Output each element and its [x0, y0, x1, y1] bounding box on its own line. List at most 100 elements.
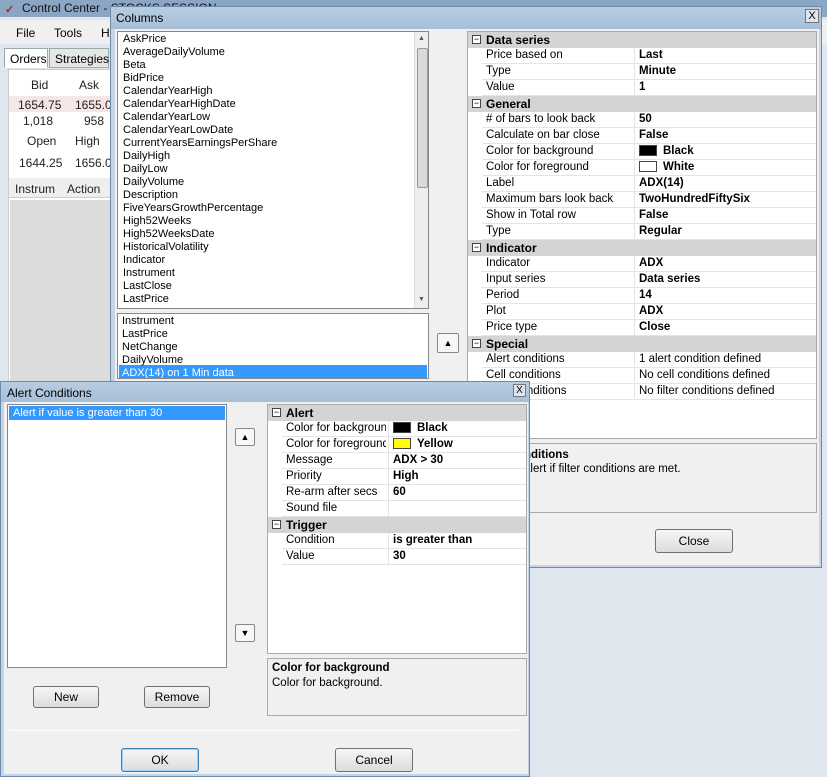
menu-tools[interactable]: Tools	[54, 26, 82, 40]
property-row[interactable]: Priority High	[282, 469, 526, 485]
tab-strategies[interactable]: Strategies	[49, 48, 109, 68]
menu-file[interactable]: File	[16, 26, 35, 40]
available-column-item[interactable]: High52WeeksDate	[123, 228, 215, 240]
scroll-up-icon[interactable]: ▲	[418, 35, 425, 42]
property-row[interactable]: Color for foreground White	[482, 160, 816, 176]
available-column-item[interactable]: CalendarYearHighDate	[123, 98, 236, 110]
available-column-item[interactable]: Instrument	[123, 267, 175, 279]
property-row[interactable]: Maximum bars look back TwoHundredFiftySix	[482, 192, 816, 208]
alert-move-down-button[interactable]: ▼	[235, 624, 255, 642]
close-button[interactable]: Close	[655, 529, 733, 553]
alert-conditions-list[interactable]: Alert if value is greater than 30	[7, 404, 227, 668]
scrollbar-thumb[interactable]	[417, 48, 428, 188]
property-value[interactable]: Black	[634, 144, 814, 160]
property-value[interactable]: TwoHundredFiftySix	[634, 192, 814, 208]
property-value[interactable]: 60	[388, 485, 524, 501]
property-row[interactable]: Price based on Last	[482, 48, 816, 64]
property-value[interactable]: ADX	[634, 304, 814, 320]
available-columns-list[interactable]: AskPrice AverageDailyVolume Beta BidPrice Ca…	[117, 31, 429, 309]
property-row[interactable]: Plot ADX	[482, 304, 816, 320]
property-value[interactable]: White	[634, 160, 814, 176]
selected-columns-list[interactable]: Instrument LastPrice NetChange DailyVolume A…	[117, 313, 429, 379]
property-row[interactable]: # of bars to look back 50	[482, 112, 816, 128]
category-indicator[interactable]: − Indicator	[468, 240, 816, 256]
property-row[interactable]: Condition is greater than	[282, 533, 526, 549]
available-column-item[interactable]: CurrentYearsEarningsPerShare	[123, 137, 277, 149]
collapse-icon[interactable]: −	[472, 339, 481, 348]
category-special[interactable]: − Special	[468, 336, 816, 352]
property-value[interactable]: 1 alert condition defined	[634, 352, 814, 368]
property-row[interactable]: Label ADX(14)	[482, 176, 816, 192]
category-data-series[interactable]: − Data series	[468, 32, 816, 48]
property-row[interactable]: Alert conditions 1 alert condition define…	[482, 352, 816, 368]
property-row[interactable]: Show in Total row False	[482, 208, 816, 224]
property-row[interactable]: Color for background Black	[482, 144, 816, 160]
alert-move-up-button[interactable]: ▲	[235, 428, 255, 446]
collapse-icon[interactable]: −	[472, 243, 481, 252]
property-value[interactable]: Black	[388, 421, 524, 437]
instrument-col-header[interactable]: Instrum	[15, 182, 55, 196]
cancel-button[interactable]: Cancel	[335, 748, 413, 772]
property-value[interactable]: No filter conditions defined	[634, 384, 814, 400]
available-column-item[interactable]: CalendarYearHigh	[123, 85, 213, 97]
property-row[interactable]: Message ADX > 30	[282, 453, 526, 469]
available-column-item[interactable]: AskPrice	[123, 33, 166, 45]
available-column-item[interactable]: Description	[123, 189, 178, 201]
property-row[interactable]: Color for foreground Yellow	[282, 437, 526, 453]
selected-column-item[interactable]: Instrument	[122, 315, 174, 327]
available-column-item[interactable]: HistoricalVolatility	[123, 241, 209, 253]
property-value[interactable]: No cell conditions defined	[634, 368, 814, 384]
selected-column-item[interactable]: NetChange	[122, 341, 178, 353]
alert-list-item[interactable]: Alert if value is greater than 30	[13, 407, 162, 419]
property-row[interactable]: Color for background Black	[282, 421, 526, 437]
selected-column-item[interactable]: LastPrice	[122, 328, 168, 340]
property-row[interactable]: Indicator ADX	[482, 256, 816, 272]
property-row[interactable]: Input series Data series	[482, 272, 816, 288]
action-col-header[interactable]: Action	[67, 182, 100, 196]
collapse-icon[interactable]: −	[272, 520, 281, 529]
property-value[interactable]: False	[634, 128, 814, 144]
category-trigger[interactable]: − Trigger	[268, 517, 526, 533]
selected-column-item[interactable]: ADX(14) on 1 Min data	[122, 367, 234, 378]
available-list-scrollbar[interactable]: ▲ ▼	[414, 32, 428, 308]
property-value[interactable]: Minute	[634, 64, 814, 80]
available-column-item[interactable]: LastPrice	[123, 293, 169, 305]
available-column-item[interactable]: Beta	[123, 59, 146, 71]
property-value[interactable]: False	[634, 208, 814, 224]
property-value[interactable]: High	[388, 469, 524, 485]
property-row[interactable]: Type Minute	[482, 64, 816, 80]
property-value[interactable]: Yellow	[388, 437, 524, 453]
property-value[interactable]: ADX	[634, 256, 814, 272]
alert-titlebar[interactable]: Alert Conditions X	[1, 382, 529, 402]
category-general[interactable]: − General	[468, 96, 816, 112]
property-row[interactable]: Value 1	[482, 80, 816, 96]
property-row[interactable]: Sound file	[282, 501, 526, 517]
property-value[interactable]: Regular	[634, 224, 814, 240]
category-alert[interactable]: − Alert	[268, 405, 526, 421]
remove-button[interactable]: Remove	[144, 686, 210, 708]
scroll-down-icon[interactable]: ▼	[418, 296, 425, 303]
property-row[interactable]: Value 30	[282, 549, 526, 565]
available-column-item[interactable]: BidPrice	[123, 72, 164, 84]
property-value[interactable]: Data series	[634, 272, 814, 288]
available-column-item[interactable]: DailyLow	[123, 163, 168, 175]
available-column-item[interactable]: CalendarYearLowDate	[123, 124, 233, 136]
menu-help[interactable]: H	[101, 26, 110, 40]
property-row[interactable]: Cell conditions No cell conditions define…	[482, 368, 816, 384]
property-value[interactable]	[388, 501, 524, 517]
property-value[interactable]: 30	[388, 549, 524, 565]
property-value[interactable]: ADX > 30	[388, 453, 524, 469]
ok-button[interactable]: OK	[121, 748, 199, 772]
available-column-item[interactable]: FiveYearsGrowthPercentage	[123, 202, 263, 214]
alert-close-icon[interactable]: X	[513, 384, 526, 397]
property-row[interactable]: Calculate on bar close False	[482, 128, 816, 144]
available-column-item[interactable]: LastClose	[123, 280, 172, 292]
available-column-item[interactable]: High52Weeks	[123, 215, 191, 227]
collapse-icon[interactable]: −	[472, 99, 481, 108]
collapse-icon[interactable]: −	[472, 35, 481, 44]
tab-orders[interactable]: Orders	[4, 48, 48, 68]
available-column-item[interactable]: Indicator	[123, 254, 165, 266]
new-button[interactable]: New	[33, 686, 99, 708]
property-row[interactable]: Type Regular	[482, 224, 816, 240]
property-value[interactable]: 14	[634, 288, 814, 304]
